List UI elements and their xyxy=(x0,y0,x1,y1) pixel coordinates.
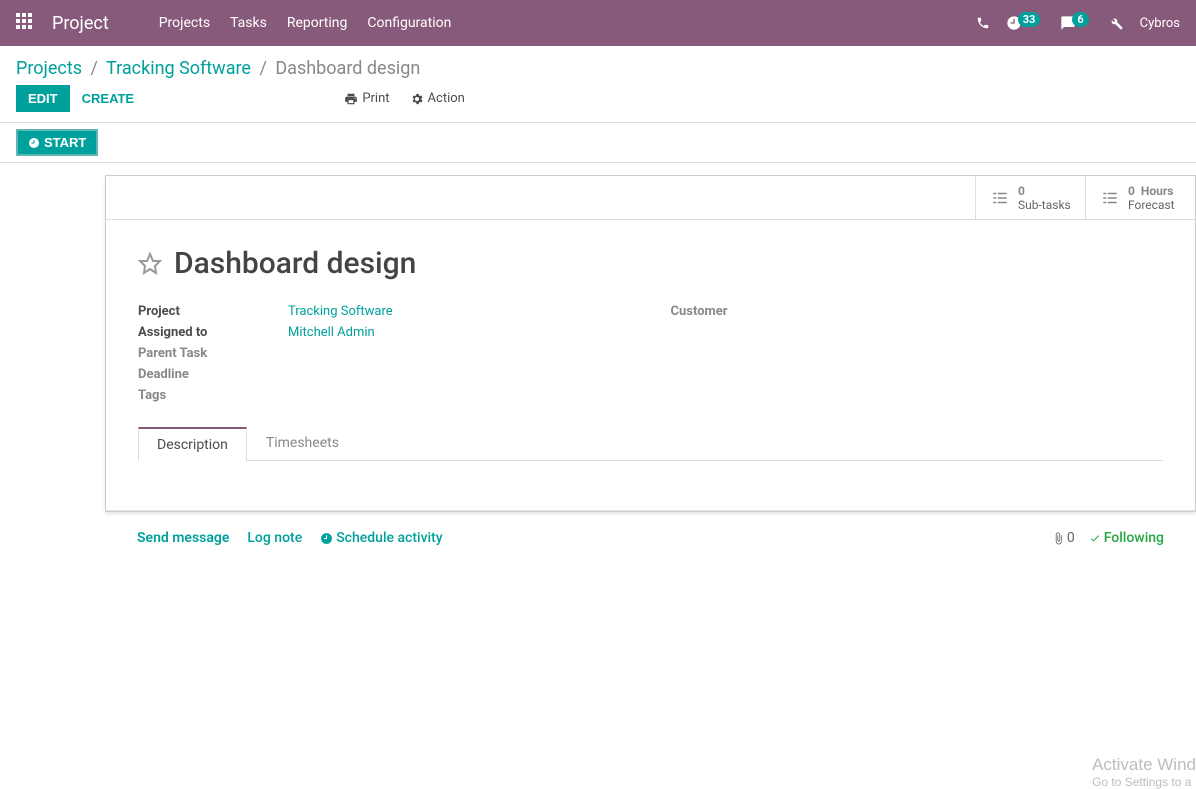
print-button[interactable]: Print xyxy=(344,91,389,106)
following-label: Following xyxy=(1104,530,1164,546)
send-message-button[interactable]: Send message xyxy=(137,530,229,546)
nav-projects[interactable]: Projects xyxy=(159,15,210,31)
assigned-to-label: Assigned to xyxy=(138,325,288,340)
breadcrumb-current: Dashboard design xyxy=(275,58,420,79)
tab-description[interactable]: Description xyxy=(138,427,247,461)
star-icon[interactable] xyxy=(138,252,162,276)
nav-tasks[interactable]: Tasks xyxy=(230,15,267,31)
status-bar: START xyxy=(0,123,1196,163)
action-button[interactable]: Action xyxy=(410,91,465,106)
edit-button[interactable]: EDIT xyxy=(16,85,70,112)
assigned-to-value[interactable]: Mitchell Admin xyxy=(288,325,375,340)
app-brand[interactable]: Project xyxy=(52,13,109,34)
timer-icon[interactable]: 33 xyxy=(1006,15,1045,31)
start-button[interactable]: START xyxy=(16,129,98,156)
start-label: START xyxy=(44,135,86,150)
breadcrumb-projects[interactable]: Projects xyxy=(16,58,82,79)
attachments-count: 0 xyxy=(1067,530,1075,546)
subtasks-stat-button[interactable]: 0 Sub-tasks xyxy=(975,176,1085,219)
subtasks-label: Sub-tasks xyxy=(1018,198,1071,212)
customer-label: Customer xyxy=(671,304,821,319)
breadcrumb: Projects / Tracking Software / Dashboard… xyxy=(0,46,1196,85)
forecast-count: 0 Hours xyxy=(1128,184,1175,198)
tags-label: Tags xyxy=(138,388,288,403)
list-icon xyxy=(1100,189,1120,207)
form-fields: Project Tracking Software Assigned to Mi… xyxy=(106,291,1195,426)
log-note-button[interactable]: Log note xyxy=(247,530,302,546)
action-label: Action xyxy=(428,91,465,106)
tools-icon[interactable] xyxy=(1109,16,1124,31)
apps-grid-icon[interactable] xyxy=(16,13,32,33)
forecast-label: Forecast xyxy=(1128,198,1175,212)
clock-icon xyxy=(28,137,40,149)
page-title: Dashboard design xyxy=(174,246,416,281)
breadcrumb-project-name[interactable]: Tracking Software xyxy=(106,58,251,79)
tab-description-content xyxy=(106,461,1195,511)
stat-buttons: 0 Sub-tasks 0 Hours Forecast xyxy=(106,176,1195,220)
attachments-button[interactable]: 0 xyxy=(1052,530,1075,546)
subtasks-count: 0 xyxy=(1018,184,1071,198)
systray: 33 6 Cybros xyxy=(976,15,1180,31)
record-title-row: Dashboard design xyxy=(106,220,1195,291)
project-label: Project xyxy=(138,304,288,319)
nav-configuration[interactable]: Configuration xyxy=(367,15,451,31)
windows-activation-watermark: Activate Wind Go to Settings to a xyxy=(1092,755,1196,789)
main-menu: Projects Tasks Reporting Configuration xyxy=(159,15,452,31)
form-sheet: 0 Sub-tasks 0 Hours Forecast Dashboard d… xyxy=(105,175,1196,512)
top-navbar: Project Projects Tasks Reporting Configu… xyxy=(0,0,1196,46)
schedule-activity-button[interactable]: Schedule activity xyxy=(320,530,442,546)
phone-icon[interactable] xyxy=(976,16,990,30)
gear-icon xyxy=(410,92,424,106)
deadline-label: Deadline xyxy=(138,367,288,382)
clock-icon xyxy=(320,532,333,545)
notebook-tabs: Description Timesheets xyxy=(138,426,1163,461)
following-button[interactable]: Following xyxy=(1089,530,1164,546)
nav-reporting[interactable]: Reporting xyxy=(287,15,348,31)
breadcrumb-sep: / xyxy=(90,58,97,79)
cp-buttons: EDIT CREATE Print Action xyxy=(0,85,1196,122)
schedule-activity-label: Schedule activity xyxy=(336,530,442,546)
chat-icon[interactable]: 6 xyxy=(1060,15,1092,31)
user-menu[interactable]: Cybros xyxy=(1140,16,1180,31)
check-icon xyxy=(1089,532,1101,544)
timer-badge: 33 xyxy=(1018,12,1041,27)
paperclip-icon xyxy=(1052,532,1065,545)
print-icon xyxy=(344,92,358,106)
chat-badge: 6 xyxy=(1072,12,1088,27)
forecast-stat-button[interactable]: 0 Hours Forecast xyxy=(1085,176,1195,219)
chatter-bar: Send message Log note Schedule activity … xyxy=(105,512,1196,554)
breadcrumb-sep: / xyxy=(259,58,266,79)
parent-task-label: Parent Task xyxy=(138,346,288,361)
control-panel: Projects / Tracking Software / Dashboard… xyxy=(0,46,1196,123)
list-icon xyxy=(990,189,1010,207)
create-button[interactable]: CREATE xyxy=(70,85,146,112)
print-label: Print xyxy=(362,91,389,106)
project-value[interactable]: Tracking Software xyxy=(288,304,393,319)
tab-timesheets[interactable]: Timesheets xyxy=(247,426,358,460)
